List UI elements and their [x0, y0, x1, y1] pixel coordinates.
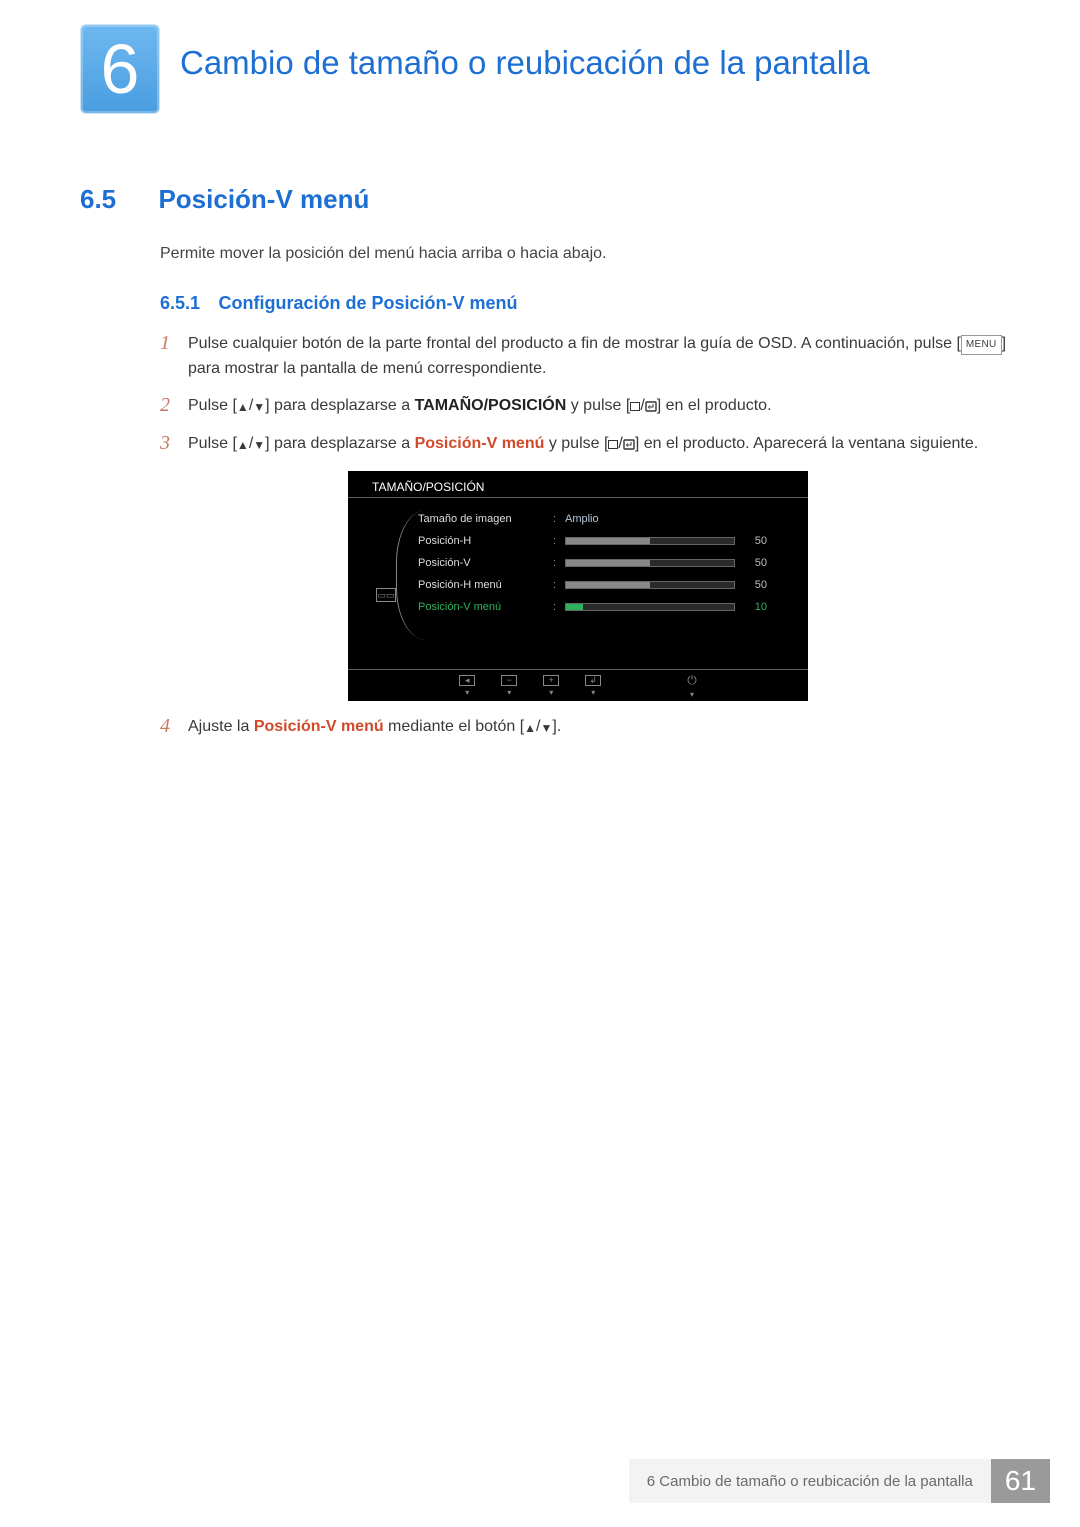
step-text: Pulse cualquier botón de la parte fronta…	[188, 332, 1020, 382]
triangle-up-icon: ▲	[524, 719, 536, 738]
text-fragment: ] para desplazarse a	[265, 435, 414, 452]
osd-row-label: Posición-V	[418, 557, 553, 569]
step-3: 3 Pulse [▲/▼] para desplazarse a Posició…	[160, 432, 1020, 459]
osd-row-label: Posición-H menú	[418, 579, 553, 591]
osd-colon: :	[553, 601, 565, 613]
text-fragment: Pulse [	[188, 435, 237, 452]
triangle-down-icon: ▼	[541, 719, 553, 738]
footer-page-number: 61	[991, 1459, 1050, 1503]
section-title: Posición-V menú	[158, 184, 369, 214]
step-number: 3	[160, 432, 188, 459]
menu-button-label: MENU	[961, 335, 1002, 355]
triangle-down-icon: ▼	[253, 436, 265, 455]
section-intro: Permite mover la posición del menú hacia…	[160, 245, 1020, 263]
step-number: 1	[160, 332, 188, 382]
osd-row-value: 50	[743, 557, 767, 569]
osd-row-label: Tamaño de imagen	[418, 513, 553, 525]
osd-slider: 10	[565, 601, 788, 613]
osd-row-value: 50	[743, 535, 767, 547]
text-fragment: ] en el producto. Aparecerá la ventana s…	[635, 435, 978, 452]
osd-curve-decoration	[396, 510, 426, 640]
text-fragment: ] en el producto.	[657, 397, 772, 414]
chapter-number-badge: 6	[80, 24, 160, 114]
text-fragment: ].	[552, 718, 561, 735]
osd-colon: :	[553, 579, 565, 591]
enter-icon	[623, 434, 635, 459]
osd-row-label: Posición-V menú	[418, 601, 553, 613]
osd-row-value: Amplio	[565, 513, 599, 525]
text-fragment: Ajuste la	[188, 718, 254, 735]
osd-colon: :	[553, 513, 565, 525]
subsection-number: 6.5.1	[160, 293, 200, 313]
osd-plus-icon: +▾	[543, 675, 559, 697]
triangle-up-icon: ▲	[237, 398, 249, 417]
osd-minus-icon: −▾	[501, 675, 517, 697]
osd-row: Tamaño de imagen:Amplio	[418, 508, 788, 530]
page-footer: 6 Cambio de tamaño o reubicación de la p…	[629, 1459, 1050, 1503]
osd-row-value: 50	[743, 579, 767, 591]
bold-text: TAMAÑO/POSICIÓN	[415, 397, 567, 414]
text-fragment: Pulse [	[188, 397, 237, 414]
osd-slider: 50	[565, 535, 788, 547]
footer-chapter-ref: 6 Cambio de tamaño o reubicación de la p…	[629, 1459, 991, 1503]
square-icon	[608, 440, 618, 449]
osd-category-icon: ▭▭	[376, 588, 396, 602]
text-fragment: ] para desplazarse a	[265, 397, 414, 414]
osd-footer-buttons: ◂▾ −▾ +▾ ↲▾ ⏻▾	[348, 669, 808, 701]
section-heading: 6.5 Posición-V menú	[80, 184, 1020, 215]
osd-row-value: 10	[743, 601, 767, 613]
enter-icon	[645, 396, 657, 421]
step-number: 4	[160, 715, 188, 740]
step-text: Pulse [▲/▼] para desplazarse a Posición-…	[188, 432, 978, 459]
osd-enter-icon: ↲▾	[585, 675, 601, 697]
chapter-title: Cambio de tamaño o reubicación de la pan…	[180, 24, 870, 83]
osd-screenshot: TAMAÑO/POSICIÓN ▭▭ Tamaño de imagen:Ampl…	[348, 471, 808, 701]
osd-colon: :	[553, 535, 565, 547]
osd-row-label: Posición-H	[418, 535, 553, 547]
highlighted-term: Posición-V menú	[254, 718, 384, 735]
osd-slider: 50	[565, 557, 788, 569]
osd-slider: 50	[565, 579, 788, 591]
subsection-heading: 6.5.1 Configuración de Posición-V menú	[160, 293, 1020, 314]
subsection-title: Configuración de Posición-V menú	[219, 293, 518, 313]
text-fragment: mediante el botón [	[384, 718, 525, 735]
osd-row: Posición-H: 50	[418, 530, 788, 552]
step-2: 2 Pulse [▲/▼] para desplazarse a TAMAÑO/…	[160, 394, 1020, 421]
step-number: 2	[160, 394, 188, 421]
chapter-header: 6 Cambio de tamaño o reubicación de la p…	[0, 0, 1080, 114]
text-fragment: y pulse [	[566, 397, 630, 414]
osd-back-icon: ◂▾	[459, 675, 475, 697]
highlighted-term: Posición-V menú	[415, 435, 545, 452]
step-4: 4 Ajuste la Posición-V menú mediante el …	[160, 715, 1020, 740]
triangle-down-icon: ▼	[253, 398, 265, 417]
step-text: Ajuste la Posición-V menú mediante el bo…	[188, 715, 561, 740]
step-text: Pulse [▲/▼] para desplazarse a TAMAÑO/PO…	[188, 394, 772, 421]
osd-row: Posición-H menú: 50	[418, 574, 788, 596]
osd-power-icon: ⏻▾	[687, 673, 697, 699]
step-1: 1 Pulse cualquier botón de la parte fron…	[160, 332, 1020, 382]
triangle-up-icon: ▲	[237, 436, 249, 455]
osd-colon: :	[553, 557, 565, 569]
text-fragment: y pulse [	[544, 435, 608, 452]
text-fragment: Pulse cualquier botón de la parte fronta…	[188, 335, 961, 352]
osd-title: TAMAÑO/POSICIÓN	[348, 471, 808, 498]
section-number: 6.5	[80, 184, 154, 215]
osd-row: Posición-V menú: 10	[418, 596, 788, 618]
square-icon	[630, 402, 640, 411]
osd-row: Posición-V: 50	[418, 552, 788, 574]
